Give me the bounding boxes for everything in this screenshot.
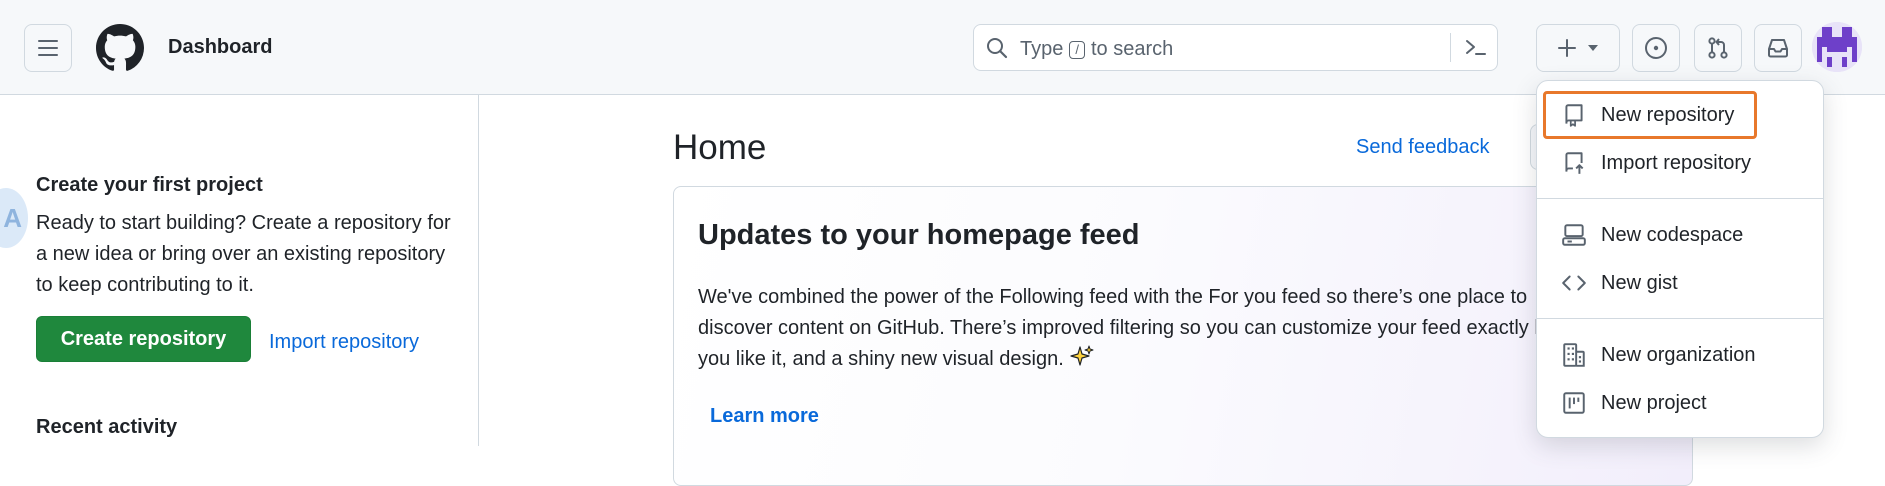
command-palette-icon[interactable] bbox=[1464, 37, 1488, 59]
menu-divider bbox=[1537, 198, 1823, 199]
first-project-title: Create your first project bbox=[36, 174, 263, 196]
import-repository-link[interactable]: Import repository bbox=[269, 331, 419, 354]
issue-opened-icon bbox=[1644, 36, 1668, 60]
triangle-down-icon bbox=[1587, 44, 1599, 52]
repo-icon bbox=[1561, 102, 1587, 128]
search-placeholder-before: Type bbox=[1020, 38, 1064, 60]
menu-item-new-gist[interactable]: New gist bbox=[1545, 261, 1815, 305]
plus-icon bbox=[1557, 38, 1577, 58]
pull-requests-button[interactable] bbox=[1694, 24, 1742, 72]
create-new-menu: New repository Import repository New cod… bbox=[1536, 80, 1824, 438]
recent-activity-title: Recent activity bbox=[36, 416, 178, 438]
search-input[interactable]: Type / to search bbox=[973, 24, 1498, 71]
learn-more-link[interactable]: Learn more bbox=[710, 405, 819, 428]
organization-icon bbox=[1561, 342, 1587, 368]
issues-button[interactable] bbox=[1632, 24, 1680, 72]
search-placeholder-after: to search bbox=[1090, 38, 1174, 60]
menu-item-label: Import repository bbox=[1601, 151, 1752, 174]
menu-item-label: New gist bbox=[1601, 271, 1678, 294]
menu-divider bbox=[1537, 318, 1823, 319]
git-pull-request-icon bbox=[1706, 36, 1730, 60]
search-placeholder: Type / to search bbox=[1020, 38, 1173, 61]
github-logo-icon[interactable] bbox=[96, 24, 144, 72]
feed-card-text: We've combined the power of the Followin… bbox=[698, 286, 1572, 370]
feed-card-title: Updates to your homepage feed bbox=[698, 219, 1140, 251]
page-title: Home bbox=[673, 128, 767, 167]
inbox-icon bbox=[1766, 37, 1790, 59]
first-project-description: Ready to start building? Create a reposi… bbox=[36, 212, 451, 296]
menu-item-new-repository[interactable]: New repository bbox=[1543, 91, 1757, 139]
user-avatar[interactable] bbox=[1812, 22, 1862, 72]
open-global-nav-button[interactable] bbox=[24, 24, 72, 72]
menu-item-label: New codespace bbox=[1601, 223, 1744, 246]
notifications-button[interactable] bbox=[1754, 24, 1802, 72]
codespaces-icon bbox=[1561, 222, 1587, 248]
page-context-title[interactable]: Dashboard bbox=[168, 36, 272, 59]
project-icon bbox=[1561, 390, 1587, 416]
sparkles-icon bbox=[1070, 345, 1094, 369]
search-icon bbox=[986, 37, 1008, 59]
menu-item-import-repository[interactable]: Import repository bbox=[1545, 141, 1815, 185]
send-feedback-link[interactable]: Send feedback bbox=[1356, 136, 1489, 159]
menu-item-label: New organization bbox=[1601, 343, 1756, 366]
code-icon bbox=[1561, 270, 1587, 296]
search-divider bbox=[1450, 33, 1451, 62]
menu-item-new-codespace[interactable]: New codespace bbox=[1545, 213, 1815, 257]
search-shortcut-key: / bbox=[1069, 40, 1085, 59]
feed-card-body: We've combined the power of the Followin… bbox=[698, 282, 1598, 375]
hamburger-menu-icon bbox=[37, 38, 59, 58]
repo-push-icon bbox=[1561, 150, 1587, 176]
menu-item-new-organization[interactable]: New organization bbox=[1545, 333, 1815, 377]
menu-item-label: New project bbox=[1601, 391, 1707, 414]
create-new-button[interactable] bbox=[1536, 24, 1620, 72]
create-repository-button[interactable]: Create repository bbox=[36, 316, 251, 362]
menu-item-new-project[interactable]: New project bbox=[1545, 381, 1815, 425]
menu-item-label: New repository bbox=[1601, 103, 1735, 126]
